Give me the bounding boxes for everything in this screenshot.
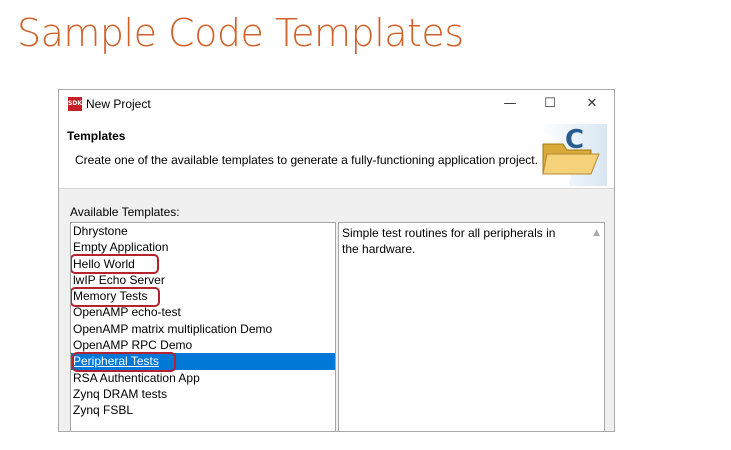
header-description: Create one of the available templates to… bbox=[75, 153, 538, 167]
c-folder-icon: C bbox=[539, 124, 607, 186]
minimize-button[interactable]: — bbox=[496, 94, 524, 114]
template-description-text: Simple test routines for all peripherals… bbox=[342, 226, 556, 256]
template-item-memory-tests[interactable]: Memory Tests bbox=[71, 288, 335, 304]
template-item-openamp-rpc-demo[interactable]: OpenAMP RPC Demo bbox=[71, 337, 335, 353]
template-item-lwip-echo-server[interactable]: lwIP Echo Server bbox=[71, 272, 335, 288]
maximize-button[interactable]: ☐ bbox=[536, 94, 564, 114]
header-title: Templates bbox=[67, 129, 126, 143]
close-button[interactable]: ✕ bbox=[578, 94, 606, 114]
window-title: New Project bbox=[86, 97, 151, 111]
template-item-hello-world[interactable]: Hello World bbox=[71, 256, 335, 272]
title-bar: SDK New Project — ☐ ✕ bbox=[59, 90, 614, 120]
template-item-zynq-dram-tests[interactable]: Zynq DRAM tests bbox=[71, 386, 335, 402]
template-item-empty-application[interactable]: Empty Application bbox=[71, 239, 335, 255]
available-templates-label: Available Templates: bbox=[70, 205, 180, 219]
svg-text:C: C bbox=[565, 125, 584, 155]
template-item-openamp-echo-test[interactable]: OpenAMP echo-test bbox=[71, 304, 335, 320]
sdk-app-icon: SDK bbox=[68, 97, 82, 111]
scroll-up-arrow-icon[interactable]: ▲ bbox=[593, 228, 600, 238]
new-project-dialog: SDK New Project — ☐ ✕ Templates Create o… bbox=[58, 89, 615, 432]
slide-title: Sample Code Templates bbox=[17, 11, 464, 55]
template-item-peripheral-tests[interactable]: Peripheral Tests bbox=[71, 353, 335, 370]
templates-list[interactable]: Dhrystone Empty Application Hello World … bbox=[70, 222, 336, 431]
template-item-openamp-matrix-demo[interactable]: OpenAMP matrix multiplication Demo bbox=[71, 321, 335, 337]
template-description-panel: Simple test routines for all peripherals… bbox=[338, 222, 605, 431]
template-item-zynq-fsbl[interactable]: Zynq FSBL bbox=[71, 402, 335, 418]
template-item-rsa-authentication-app[interactable]: RSA Authentication App bbox=[71, 370, 335, 386]
template-item-dhrystone[interactable]: Dhrystone bbox=[71, 223, 335, 239]
wizard-header: Templates Create one of the available te… bbox=[59, 120, 614, 189]
